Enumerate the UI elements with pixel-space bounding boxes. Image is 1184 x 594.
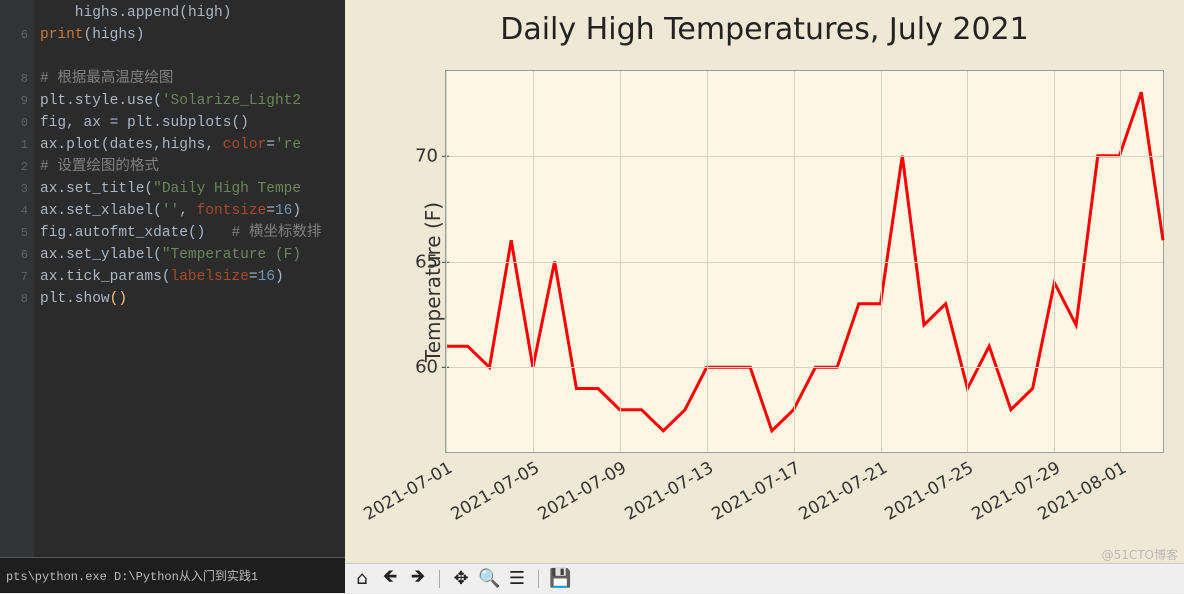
code-line[interactable]: fig, ax = plt.subplots() (40, 112, 345, 134)
matplotlib-toolbar: ⌂ 🡸🡺 ✥ 🔍 ☰ 💾 (345, 563, 1184, 593)
zoom-icon[interactable]: 🔍 (478, 568, 500, 589)
pan-icon[interactable]: ✥ (450, 568, 472, 589)
code-line[interactable]: # 设置绘图的格式 (40, 156, 345, 178)
line-number: 4 (0, 200, 28, 222)
home-icon[interactable]: ⌂ (351, 568, 373, 589)
y-tick-label: 70 (398, 145, 438, 166)
code-line[interactable]: highs.append(high) (40, 2, 345, 24)
code-line[interactable]: ax.set_title("Daily High Tempe (40, 178, 345, 200)
line-number: 5 (0, 222, 28, 244)
toolbar-separator (538, 570, 539, 588)
code-editor[interactable]: 689012345678 highs.append(high)print(hig… (0, 0, 345, 593)
line-number: 6 (0, 244, 28, 266)
code-line[interactable]: fig.autofmt_xdate() # 横坐标数排 (40, 222, 345, 244)
code-line[interactable]: plt.style.use('Solarize_Light2 (40, 90, 345, 112)
plot-area[interactable]: 6065702021-07-012021-07-052021-07-092021… (445, 70, 1164, 453)
x-tick-label: 2021-07-25 (882, 458, 978, 525)
x-tick-label: 2021-07-01 (360, 458, 456, 525)
save-icon[interactable]: 💾 (549, 568, 571, 589)
chart-title: Daily High Temperatures, July 2021 (345, 12, 1184, 47)
figure-canvas[interactable]: Daily High Temperatures, July 2021 Tempe… (345, 0, 1184, 563)
terminal-output[interactable]: pts\python.exe D:\Python从入门到实践1 (0, 557, 345, 593)
code-line[interactable] (40, 46, 345, 68)
configure-icon[interactable]: ☰ (506, 568, 528, 589)
line-number: 6 (0, 24, 28, 46)
line-number: 8 (0, 68, 28, 90)
line-number: 9 (0, 90, 28, 112)
matplotlib-window: Daily High Temperatures, July 2021 Tempe… (345, 0, 1184, 593)
code-line[interactable]: # 根据最高温度绘图 (40, 68, 345, 90)
line-number: 0 (0, 112, 28, 134)
x-tick-label: 2021-07-21 (795, 458, 891, 525)
back-icon[interactable]: 🡸 (379, 564, 401, 594)
code-line[interactable]: ax.tick_params(labelsize=16) (40, 266, 345, 288)
line-number: 2 (0, 156, 28, 178)
x-tick-label: 2021-07-09 (534, 458, 630, 525)
line-number (0, 2, 28, 24)
line-number: 8 (0, 288, 28, 310)
watermark-text: @51CTO博客 (1102, 546, 1178, 563)
y-tick-label: 60 (398, 357, 438, 378)
y-axis-label: Temperature (F) (421, 201, 445, 361)
toolbar-separator (439, 570, 440, 588)
line-number-gutter: 689012345678 (0, 0, 34, 593)
line-number (0, 46, 28, 68)
x-tick-label: 2021-07-05 (447, 458, 543, 525)
forward-icon[interactable]: 🡺 (407, 564, 429, 594)
x-tick-label: 2021-07-17 (708, 458, 804, 525)
line-number: 1 (0, 134, 28, 156)
code-content[interactable]: highs.append(high)print(highs) # 根据最高温度绘图… (40, 2, 345, 310)
code-line[interactable]: ax.plot(dates,highs, color='re (40, 134, 345, 156)
y-tick-label: 65 (398, 251, 438, 272)
terminal-line: pts\python.exe D:\Python从入门到实践1 (6, 570, 258, 584)
code-line[interactable]: ax.set_xlabel('', fontsize=16) (40, 200, 345, 222)
code-line[interactable]: ax.set_ylabel("Temperature (F) (40, 244, 345, 266)
code-line[interactable]: plt.show() (40, 288, 345, 310)
code-line[interactable]: print(highs) (40, 24, 345, 46)
line-number: 3 (0, 178, 28, 200)
line-number: 7 (0, 266, 28, 288)
x-tick-label: 2021-07-13 (621, 458, 717, 525)
